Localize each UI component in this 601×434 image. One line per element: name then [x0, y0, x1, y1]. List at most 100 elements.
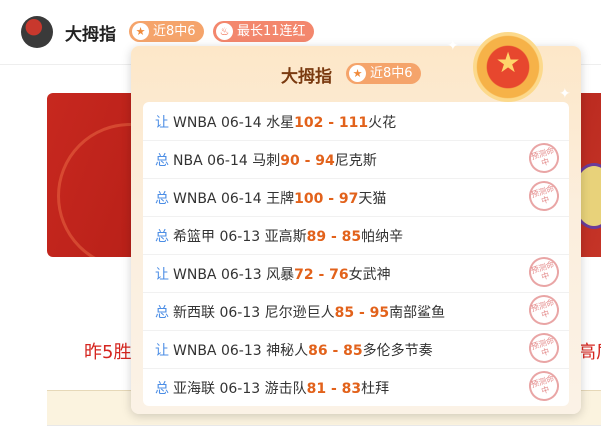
home-team: 水星 [266, 115, 295, 131]
list-item[interactable]: 总 WNBA 06-14 王牌100 - 97天猫 预测命中 [143, 177, 569, 217]
record-badge[interactable]: ★ 近8中6 [129, 21, 204, 42]
record-date: 06-13 [220, 267, 262, 283]
list-item[interactable]: 总新西联 06-13 尼尔逊巨人85 - 95南部鲨鱼 预测命中 [143, 291, 569, 331]
away-score: 83 [341, 381, 362, 397]
list-item[interactable]: 总希篮甲 06-13 亚高斯89 - 85帕纳辛 [143, 216, 569, 255]
away-team: 南部鲨鱼 [389, 305, 446, 321]
popup-badge-label: 近8中6 [370, 66, 413, 81]
away-score: 111 [338, 115, 369, 131]
record-league: WNBA [173, 343, 217, 359]
record-type: 总 [155, 153, 169, 169]
home-score: 102 [294, 115, 324, 131]
record-type: 让 [155, 115, 169, 131]
score-separator: - [323, 191, 339, 207]
sparkle-icon: ✦ [447, 38, 459, 54]
list-item[interactable]: 让 WNBA 06-13 神秘人86 - 85多伦多节奏 预测命中 [143, 329, 569, 369]
away-score: 97 [338, 191, 359, 207]
star-icon: ★ [349, 65, 366, 82]
home-score: 72 [294, 267, 314, 283]
away-score: 85 [341, 229, 362, 245]
home-score: 89 [306, 229, 327, 245]
away-score: 85 [343, 343, 363, 359]
summary-left-text: 昨5胜 [84, 342, 132, 363]
away-team: 帕纳辛 [361, 229, 404, 245]
home-team: 亚高斯 [264, 229, 307, 245]
record-league: WNBA [173, 267, 217, 283]
streak-badge[interactable]: ♨ 最长11连红 [213, 21, 314, 42]
list-item[interactable]: 让 WNBA 06-14 水星102 - 111火花 [143, 102, 569, 141]
popup-title: 大拇指 [281, 67, 332, 87]
score-separator: - [326, 381, 342, 397]
home-team: 神秘人 [266, 343, 309, 359]
record-league: 亚海联 [173, 381, 215, 397]
streak-badge-label: 最长11连红 [237, 24, 306, 39]
summary-right-text: 高盾 [578, 342, 601, 363]
record-league: WNBA [173, 115, 217, 131]
record-line: 总亚海联 06-13 游击队81 - 83杜拜 [155, 378, 389, 398]
away-score: 76 [329, 267, 349, 283]
score-separator: - [354, 305, 370, 321]
home-score: 81 [306, 381, 327, 397]
hit-stamp-icon: 预测命中 [525, 177, 563, 215]
away-team: 尼克斯 [334, 153, 377, 169]
record-league: NBA [173, 153, 203, 169]
record-list: 让 WNBA 06-14 水星102 - 111火花总 NBA 06-14 马刺90… [143, 102, 569, 406]
record-date: 06-13 [219, 305, 261, 321]
record-league: 新西联 [173, 305, 215, 321]
record-date: 06-13 [219, 229, 261, 245]
avatar[interactable] [21, 16, 53, 48]
medal-star-icon: ★ [473, 32, 543, 102]
score-separator: - [313, 267, 330, 283]
score-separator: - [323, 115, 339, 131]
away-score: 95 [369, 305, 390, 321]
list-item[interactable]: 总 NBA 06-14 马刺90 - 94尼克斯 预测命中 [143, 139, 569, 179]
record-type: 让 [155, 343, 169, 359]
record-line: 让 WNBA 06-13 风暴72 - 76女武神 [155, 264, 391, 284]
away-score: 94 [315, 153, 335, 169]
away-team: 杜拜 [361, 381, 390, 397]
score-separator: - [326, 229, 342, 245]
star-icon: ★ [132, 23, 149, 40]
record-type: 总 [155, 191, 169, 207]
record-type: 总 [155, 381, 169, 397]
record-league: WNBA [173, 191, 217, 207]
hit-stamp-icon: 预测命中 [525, 139, 563, 177]
home-team: 马刺 [252, 153, 281, 169]
flame-icon: ♨ [216, 23, 233, 40]
hit-stamp-icon: 预测命中 [525, 291, 563, 329]
record-popup: 大拇指 ★ 近8中6 ★ ✦ ✦ 让 WNBA 06-14 水星102 - 111… [131, 32, 581, 414]
home-score: 85 [334, 305, 355, 321]
record-line: 让 WNBA 06-14 水星102 - 111火花 [155, 112, 396, 132]
away-team: 女武神 [348, 267, 391, 283]
score-separator: - [299, 153, 316, 169]
username[interactable]: 大拇指 [65, 20, 116, 45]
record-line: 总希篮甲 06-13 亚高斯89 - 85帕纳辛 [155, 226, 403, 246]
record-line: 总 NBA 06-14 马刺90 - 94尼克斯 [155, 150, 377, 170]
record-league: 希篮甲 [173, 229, 215, 245]
sparkle-icon: ✦ [559, 86, 571, 102]
home-team: 王牌 [266, 191, 295, 207]
popup-record-badge: ★ 近8中6 [346, 63, 421, 84]
home-team: 游击队 [264, 381, 307, 397]
hit-stamp-icon: 预测命中 [525, 367, 563, 405]
record-type: 让 [155, 267, 169, 283]
home-team: 尼尔逊巨人 [264, 305, 335, 321]
record-line: 总 WNBA 06-14 王牌100 - 97天猫 [155, 188, 386, 208]
home-score: 100 [294, 191, 324, 207]
record-date: 06-14 [220, 115, 262, 131]
record-date: 06-14 [220, 191, 262, 207]
list-item[interactable]: 让 WNBA 06-13 风暴72 - 76女武神 预测命中 [143, 253, 569, 293]
record-date: 06-13 [219, 381, 261, 397]
table-row [47, 425, 601, 434]
record-type: 总 [155, 229, 169, 245]
hit-stamp-icon: 预测命中 [525, 253, 563, 291]
record-type: 总 [155, 305, 169, 321]
record-date: 06-13 [220, 343, 262, 359]
hit-stamp-icon: 预测命中 [525, 329, 563, 367]
record-badge-label: 近8中6 [153, 24, 196, 39]
away-team: 天猫 [358, 191, 387, 207]
home-score: 86 [308, 343, 328, 359]
away-team: 多伦多节奏 [362, 343, 433, 359]
home-score: 90 [280, 153, 300, 169]
list-item[interactable]: 总亚海联 06-13 游击队81 - 83杜拜 预测命中 [143, 367, 569, 406]
